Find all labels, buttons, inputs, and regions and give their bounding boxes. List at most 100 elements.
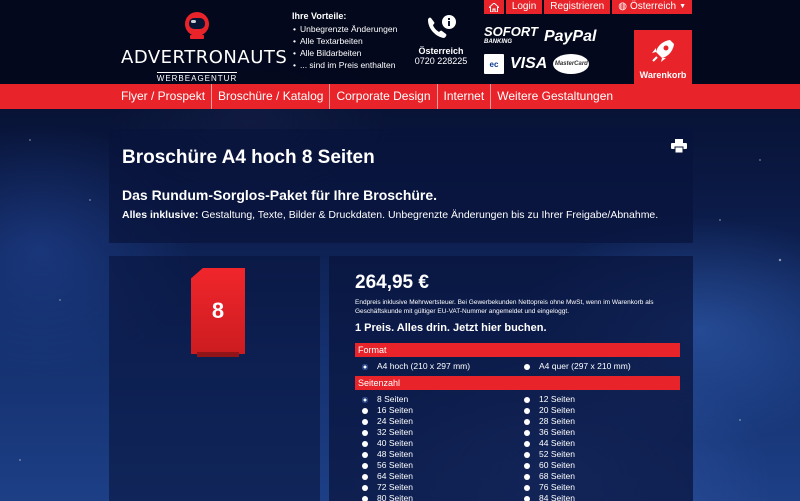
- brand-name: ADVERTRONAUTS: [121, 47, 288, 68]
- nav-item-weitere[interactable]: Weitere Gestaltungen: [490, 84, 619, 109]
- page-count-option[interactable]: 32 Seiten: [362, 427, 524, 438]
- page-count-option[interactable]: 40 Seiten: [362, 438, 524, 449]
- page-count-option[interactable]: 52 Seiten: [524, 449, 687, 460]
- radio-button[interactable]: [524, 429, 530, 436]
- radio-button[interactable]: [524, 440, 530, 447]
- login-link[interactable]: Login: [505, 0, 543, 14]
- price: 264,95 €: [355, 272, 429, 293]
- radio-button[interactable]: [362, 451, 368, 458]
- country-label: Österreich: [629, 1, 677, 12]
- nav-item-flyer[interactable]: Flyer / Prospekt: [115, 84, 211, 109]
- order-panel: 264,95 € Endpreis inklusive Mehrwertsteu…: [329, 256, 693, 501]
- product-image-panel: 8: [109, 256, 320, 501]
- main-nav: Flyer / Prospekt Broschüre / Katalog Cor…: [0, 84, 800, 109]
- caret-down-icon: ▼: [679, 3, 686, 10]
- page-count-option-label: 60 Seiten: [539, 460, 575, 470]
- top-utility-bar: Login Registrieren ◍ Österreich ▼: [483, 0, 692, 14]
- page-count-option-label: 72 Seiten: [377, 482, 413, 492]
- page-count-option-label: 24 Seiten: [377, 416, 413, 426]
- radio-button[interactable]: [524, 363, 530, 370]
- page-count-option-label: 36 Seiten: [539, 427, 575, 437]
- contact-phone[interactable]: 0720 228225: [412, 56, 470, 66]
- format-option[interactable]: A4 quer (297 x 210 mm): [524, 361, 687, 372]
- radio-button[interactable]: [524, 462, 530, 469]
- cart-button[interactable]: Warenkorb: [634, 30, 692, 84]
- country-dropdown[interactable]: ◍ Österreich ▼: [612, 0, 692, 14]
- page-count-option[interactable]: 20 Seiten: [524, 405, 687, 416]
- page-subtitle: Das Rundum-Sorglos-Paket für Ihre Brosch…: [122, 187, 438, 203]
- page-count-option[interactable]: 28 Seiten: [524, 416, 687, 427]
- page-count-option[interactable]: 44 Seiten: [524, 438, 687, 449]
- page-count-option[interactable]: 80 Seiten: [362, 493, 524, 501]
- site-header: Login Registrieren ◍ Österreich ▼ ADVERT…: [0, 0, 800, 84]
- nav-item-broschuere[interactable]: Broschüre / Katalog: [211, 84, 329, 109]
- radio-button[interactable]: [524, 418, 530, 425]
- nav-item-corporate-design[interactable]: Corporate Design: [329, 84, 436, 109]
- rocket-icon: [634, 36, 692, 66]
- page-count-option[interactable]: 16 Seiten: [362, 405, 524, 416]
- radio-button[interactable]: [524, 484, 530, 491]
- nav-item-internet[interactable]: Internet: [436, 84, 491, 109]
- page-count-option-label: 80 Seiten: [377, 493, 413, 501]
- page-count-option[interactable]: 56 Seiten: [362, 460, 524, 471]
- page-count-option[interactable]: 64 Seiten: [362, 471, 524, 482]
- radio-button[interactable]: [362, 473, 368, 480]
- sofort-logo: SOFORT BANKING: [484, 24, 538, 45]
- site-logo[interactable]: ADVERTRONAUTS WERBEAGENTUR: [121, 10, 288, 86]
- contact-box[interactable]: Österreich 0720 228225: [412, 14, 470, 66]
- radio-button[interactable]: [362, 396, 368, 403]
- intro-text: Gestaltung, Texte, Bilder & Druckdaten. …: [198, 209, 659, 221]
- page-count-option[interactable]: 68 Seiten: [524, 471, 687, 482]
- astronaut-helmet-icon: [185, 12, 209, 39]
- page-count-option-label: 56 Seiten: [377, 460, 413, 470]
- radio-button[interactable]: [362, 418, 368, 425]
- page-count-option-label: 8 Seiten: [377, 394, 409, 404]
- phone-info-icon: [412, 14, 470, 44]
- page-count-option-label: 40 Seiten: [377, 438, 413, 448]
- radio-button[interactable]: [524, 473, 530, 480]
- format-option-label: A4 quer (297 x 210 mm): [539, 361, 631, 371]
- radio-button[interactable]: [362, 429, 368, 436]
- page-count-option[interactable]: 72 Seiten: [362, 482, 524, 493]
- page-intro: Alles inklusive: Gestaltung, Texte, Bild…: [122, 209, 680, 221]
- format-option-label: A4 hoch (210 x 297 mm): [377, 361, 471, 371]
- brand-subtitle: WERBEAGENTUR: [156, 72, 238, 83]
- radio-button[interactable]: [524, 396, 530, 403]
- page-count-option-label: 68 Seiten: [539, 471, 575, 481]
- page-count-option-label: 52 Seiten: [539, 449, 575, 459]
- radio-button[interactable]: [362, 484, 368, 491]
- radio-button[interactable]: [362, 407, 368, 414]
- page-count-option[interactable]: 60 Seiten: [524, 460, 687, 471]
- intro-bold: Alles inklusive:: [122, 209, 199, 221]
- page-count-option[interactable]: 24 Seiten: [362, 416, 524, 427]
- price-note: Endpreis inklusive Mehrwertsteuer. Bei G…: [355, 299, 654, 315]
- print-icon[interactable]: [671, 139, 687, 153]
- radio-button[interactable]: [362, 462, 368, 469]
- radio-button[interactable]: [362, 495, 368, 501]
- radio-button[interactable]: [524, 407, 530, 414]
- brochure-page-count: 8: [191, 268, 245, 354]
- product-header-panel: Broschüre A4 hoch 8 Seiten Das Rundum-So…: [109, 129, 693, 243]
- home-button[interactable]: [483, 0, 504, 14]
- page-count-option-label: 12 Seiten: [539, 394, 575, 404]
- contact-country: Österreich: [418, 46, 464, 56]
- page-count-option[interactable]: 76 Seiten: [524, 482, 687, 493]
- benefit-item: Unbegrenzte Änderungen: [300, 23, 397, 35]
- page-count-option[interactable]: 12 Seiten: [524, 394, 687, 405]
- radio-button[interactable]: [362, 440, 368, 447]
- format-option[interactable]: A4 hoch (210 x 297 mm): [362, 361, 524, 372]
- page-count-option[interactable]: 84 Seiten: [524, 493, 687, 501]
- pages-section-header: Seitenzahl: [355, 376, 680, 390]
- radio-button[interactable]: [524, 495, 530, 501]
- radio-button[interactable]: [362, 363, 368, 370]
- radio-button[interactable]: [524, 451, 530, 458]
- page-count-option[interactable]: 8 Seiten: [362, 394, 524, 405]
- brochure-shadow: [197, 352, 239, 357]
- format-section-header: Format: [355, 343, 680, 357]
- format-options: A4 hoch (210 x 297 mm) A4 quer (297 x 210…: [355, 357, 680, 376]
- page-count-option-label: 84 Seiten: [539, 493, 575, 501]
- register-link[interactable]: Registrieren: [544, 0, 611, 14]
- page-count-option[interactable]: 48 Seiten: [362, 449, 524, 460]
- page-count-option[interactable]: 36 Seiten: [524, 427, 687, 438]
- ec-logo: ec: [484, 54, 504, 74]
